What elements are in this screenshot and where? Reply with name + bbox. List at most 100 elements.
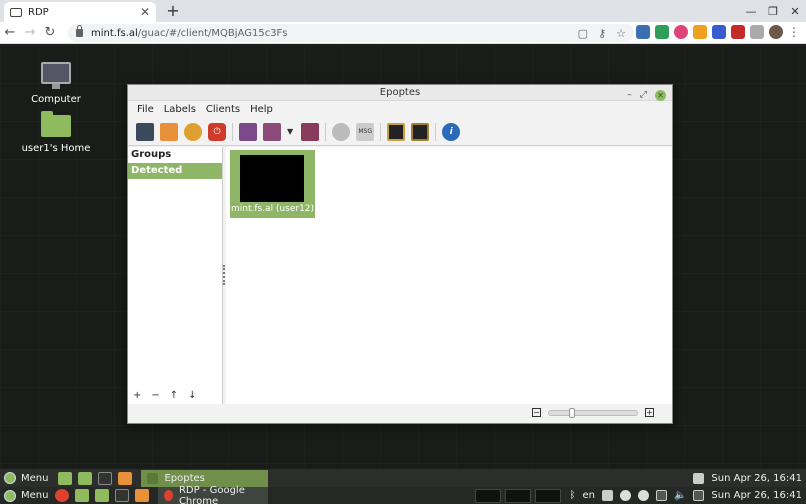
close-icon[interactable]: ✕ [784, 0, 806, 22]
toolbar-divider [380, 122, 382, 141]
url-path: /guac/#/client/MQBjAG15c3Fs [137, 27, 288, 39]
log-in-icon[interactable] [160, 122, 178, 141]
shield-icon[interactable] [750, 25, 764, 39]
extension-icon[interactable] [674, 25, 688, 39]
network-icon[interactable] [637, 490, 649, 501]
client-label: mint.fs.al (user12) [230, 204, 315, 214]
stop-broadcast-icon[interactable] [301, 122, 320, 141]
desktop-icon-home[interactable]: user1's Home [21, 111, 91, 154]
maximize-icon[interactable]: ⤢ [640, 87, 647, 103]
menu-label: Menu [21, 490, 49, 501]
clock[interactable]: Sun Apr 26, 16:41 [711, 473, 802, 484]
lock-icon[interactable] [76, 25, 83, 37]
menu-button[interactable]: Menu [0, 472, 52, 484]
tab-close-icon[interactable]: ✕ [140, 5, 150, 19]
terminal-icon[interactable] [115, 489, 130, 502]
epoptes-launcher-icon[interactable] [135, 489, 150, 502]
monitor-icon[interactable] [239, 122, 257, 141]
client-tile[interactable]: mint.fs.al (user12) [230, 150, 315, 218]
task-label: RDP - Google Chrome [178, 484, 245, 504]
battery-icon[interactable] [693, 490, 705, 501]
chrome-icon[interactable] [55, 489, 70, 502]
remove-group-button[interactable]: − [151, 390, 159, 401]
browser-toolbar: ← → ↻ mint.fs.al /guac/#/client/MQBjAG15… [0, 22, 806, 44]
zoom-in-button[interactable]: + [645, 408, 654, 417]
group-actions: + − ↑ ↓ [128, 390, 223, 401]
volume-icon[interactable]: 🔈 [674, 490, 686, 501]
reload-button[interactable]: ↻ [40, 23, 60, 43]
shield-icon[interactable] [693, 472, 705, 484]
zoom-out-button[interactable]: − [532, 408, 541, 417]
menu-help[interactable]: Help [245, 104, 278, 115]
task-chrome[interactable]: RDP - Google Chrome [158, 484, 269, 504]
info-icon[interactable]: i [442, 122, 461, 141]
close-icon[interactable]: ✕ [655, 89, 666, 101]
menu-clients[interactable]: Clients [201, 104, 245, 115]
keyboard-language[interactable]: en [582, 490, 595, 501]
zoom-slider[interactable] [548, 408, 638, 418]
zoom-slider-handle[interactable] [569, 408, 575, 418]
extension-icon[interactable] [693, 25, 707, 39]
sidebar-item-detected-clients[interactable]: Detected clients [128, 163, 222, 192]
window-thumbnail[interactable] [475, 488, 502, 503]
lock-screen-icon[interactable] [387, 122, 406, 141]
menu-button[interactable]: Menu [0, 489, 52, 502]
folder-icon[interactable] [95, 489, 110, 502]
extension-icon[interactable] [636, 25, 650, 39]
address-bar[interactable]: mint.fs.al /guac/#/client/MQBjAG15c3Fs ▢… [68, 24, 634, 42]
shield-icon[interactable] [601, 490, 613, 501]
add-group-button[interactable]: + [133, 390, 141, 401]
terminal-icon[interactable] [98, 471, 113, 485]
desktop-icon-computer[interactable]: Computer [21, 62, 91, 105]
forward-button[interactable]: → [20, 23, 40, 43]
chevron-down-icon[interactable]: ▼ [287, 127, 293, 136]
star-icon[interactable]: ☆ [616, 27, 626, 40]
extension-icon[interactable] [731, 25, 745, 39]
minimize-icon[interactable]: — [740, 0, 762, 22]
move-down-button[interactable]: ↓ [188, 390, 196, 401]
show-desktop-icon[interactable] [75, 489, 90, 502]
clipboard-icon[interactable]: ▢ [578, 27, 588, 40]
epoptes-launcher-icon[interactable] [118, 471, 133, 485]
extension-icon[interactable] [712, 25, 726, 39]
drive-icon[interactable] [655, 25, 669, 39]
unlock-screen-icon[interactable] [411, 122, 430, 141]
broadcast-icon[interactable] [263, 122, 281, 141]
menu-label: Menu [21, 472, 49, 484]
reboot-icon[interactable] [184, 122, 202, 141]
window-thumbnail[interactable] [505, 488, 532, 503]
toolbar-divider [325, 122, 327, 141]
extensions-area: ⋮ [636, 25, 800, 39]
more-menu-icon[interactable]: ⋮ [788, 25, 800, 39]
display-icon[interactable] [655, 490, 667, 501]
workspace-thumbnails [475, 488, 562, 503]
back-button[interactable]: ← [0, 23, 20, 43]
host-taskbar: Menu RDP - Google Chrome ᛒ en 🔈 Sun Apr … [0, 484, 806, 504]
send-message-icon[interactable]: MSG [356, 122, 375, 141]
desktop-icon-label: user1's Home [21, 143, 91, 154]
chrome-icon [164, 490, 173, 501]
restore-icon[interactable]: ❐ [762, 0, 784, 22]
minimize-icon[interactable]: – [627, 87, 632, 103]
epoptes-window: Epoptes – ⤢ ✕ File Labels Clients Help ⏻… [127, 84, 673, 424]
window-thumbnail[interactable] [535, 488, 562, 503]
system-tray: Sun Apr 26, 16:41 [693, 472, 806, 484]
menu-file[interactable]: File [132, 104, 159, 115]
window-titlebar[interactable]: Epoptes – ⤢ ✕ [128, 85, 672, 101]
show-desktop-icon[interactable] [58, 471, 73, 485]
folder-icon[interactable] [78, 471, 93, 485]
folder-icon [41, 111, 71, 137]
power-icon[interactable]: ⏻ [208, 122, 226, 141]
bluetooth-icon[interactable]: ᛒ [569, 490, 575, 501]
clock[interactable]: Sun Apr 26, 16:41 [711, 490, 802, 501]
menu-labels[interactable]: Labels [159, 104, 201, 115]
avatar[interactable] [769, 25, 783, 39]
wake-on-lan-icon[interactable] [136, 122, 154, 141]
url-host: mint.fs.al [91, 27, 138, 39]
browser-tab[interactable]: RDP ✕ [4, 2, 156, 22]
move-up-button[interactable]: ↑ [170, 390, 178, 401]
new-tab-button[interactable]: + [164, 2, 182, 20]
update-icon[interactable] [619, 490, 631, 501]
execute-command-icon[interactable] [332, 122, 351, 141]
key-icon[interactable]: ⚷ [598, 27, 606, 40]
